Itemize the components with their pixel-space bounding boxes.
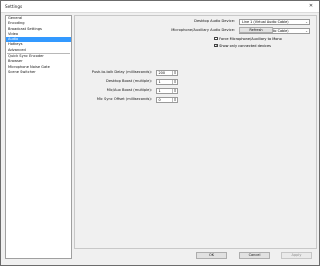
desktop-boost-value: 1: [158, 79, 161, 84]
push-to-talk-value: 200: [158, 70, 165, 75]
spinner-arrows-icon[interactable]: ▲ ▼: [172, 79, 177, 84]
mic-sync-input[interactable]: 0 ▲ ▼: [156, 96, 178, 103]
cancel-button[interactable]: Cancel: [239, 252, 270, 259]
chevron-down-icon: ⌄: [305, 28, 308, 33]
force-mono-box[interactable]: [214, 36, 218, 41]
desktop-boost-label: Desktop Boost (multiple):: [106, 79, 152, 83]
apply-button[interactable]: Apply: [281, 252, 312, 259]
show-connected-box[interactable]: ✓: [214, 43, 218, 48]
spinner-arrows-icon[interactable]: ▲ ▼: [172, 88, 177, 93]
push-to-talk-label: Push-to-talk Delay (milliseconds):: [91, 70, 152, 74]
sidebar-main-list: General Encoding Broadcast Settings Vide…: [6, 16, 71, 53]
desktop-audio-select[interactable]: Line 1 (Virtual Audio Cable) ⌄: [239, 18, 310, 25]
desktop-audio-label: Desktop Audio Device:: [194, 19, 235, 23]
settings-window: Settings ✕ General Encoding Broadcast Se…: [0, 0, 320, 266]
show-connected-label: Show only connected devices: [219, 43, 271, 48]
push-to-talk-input[interactable]: 200 ▲ ▼: [156, 69, 178, 76]
mic-boost-input[interactable]: 1 ▲ ▼: [156, 87, 178, 94]
mic-audio-label: Microphone/Auxiliary Audio Device:: [171, 28, 235, 32]
mic-sync-label: Mic Sync Offset (milliseconds):: [96, 97, 152, 101]
show-connected-checkbox[interactable]: ✓ Show only connected devices: [214, 43, 271, 48]
ok-button[interactable]: OK: [196, 252, 227, 259]
chevron-down-icon: ⌄: [305, 19, 308, 24]
force-mono-checkbox[interactable]: Force Microphone/Auxiliary to Mono: [214, 36, 282, 41]
desktop-boost-input[interactable]: 1 ▲ ▼: [156, 78, 178, 85]
force-mono-label: Force Microphone/Auxiliary to Mono: [219, 36, 282, 41]
mic-boost-label: Mic/Aux Boost (multiple):: [106, 88, 152, 92]
mic-sync-value: 0: [158, 97, 161, 102]
sidebar-plugin-list: Quick Sync Encoder Browser Microphone No…: [6, 54, 71, 75]
audio-settings-panel: Desktop Audio Device: Line 1 (Virtual Au…: [74, 15, 317, 249]
window-title: Settings: [5, 4, 23, 9]
close-icon[interactable]: ✕: [306, 3, 316, 10]
mic-boost-value: 1: [158, 88, 161, 93]
refresh-button[interactable]: Refresh: [239, 26, 273, 33]
spinner-arrows-icon[interactable]: ▲ ▼: [172, 70, 177, 75]
title-bar: Settings ✕: [1, 1, 319, 13]
spinner-arrows-icon[interactable]: ▲ ▼: [172, 97, 177, 102]
settings-sidebar: General Encoding Broadcast Settings Vide…: [5, 15, 72, 259]
sidebar-item-scene-switcher[interactable]: Scene Switcher: [6, 70, 71, 75]
desktop-audio-value: Line 1 (Virtual Audio Cable): [242, 19, 289, 24]
